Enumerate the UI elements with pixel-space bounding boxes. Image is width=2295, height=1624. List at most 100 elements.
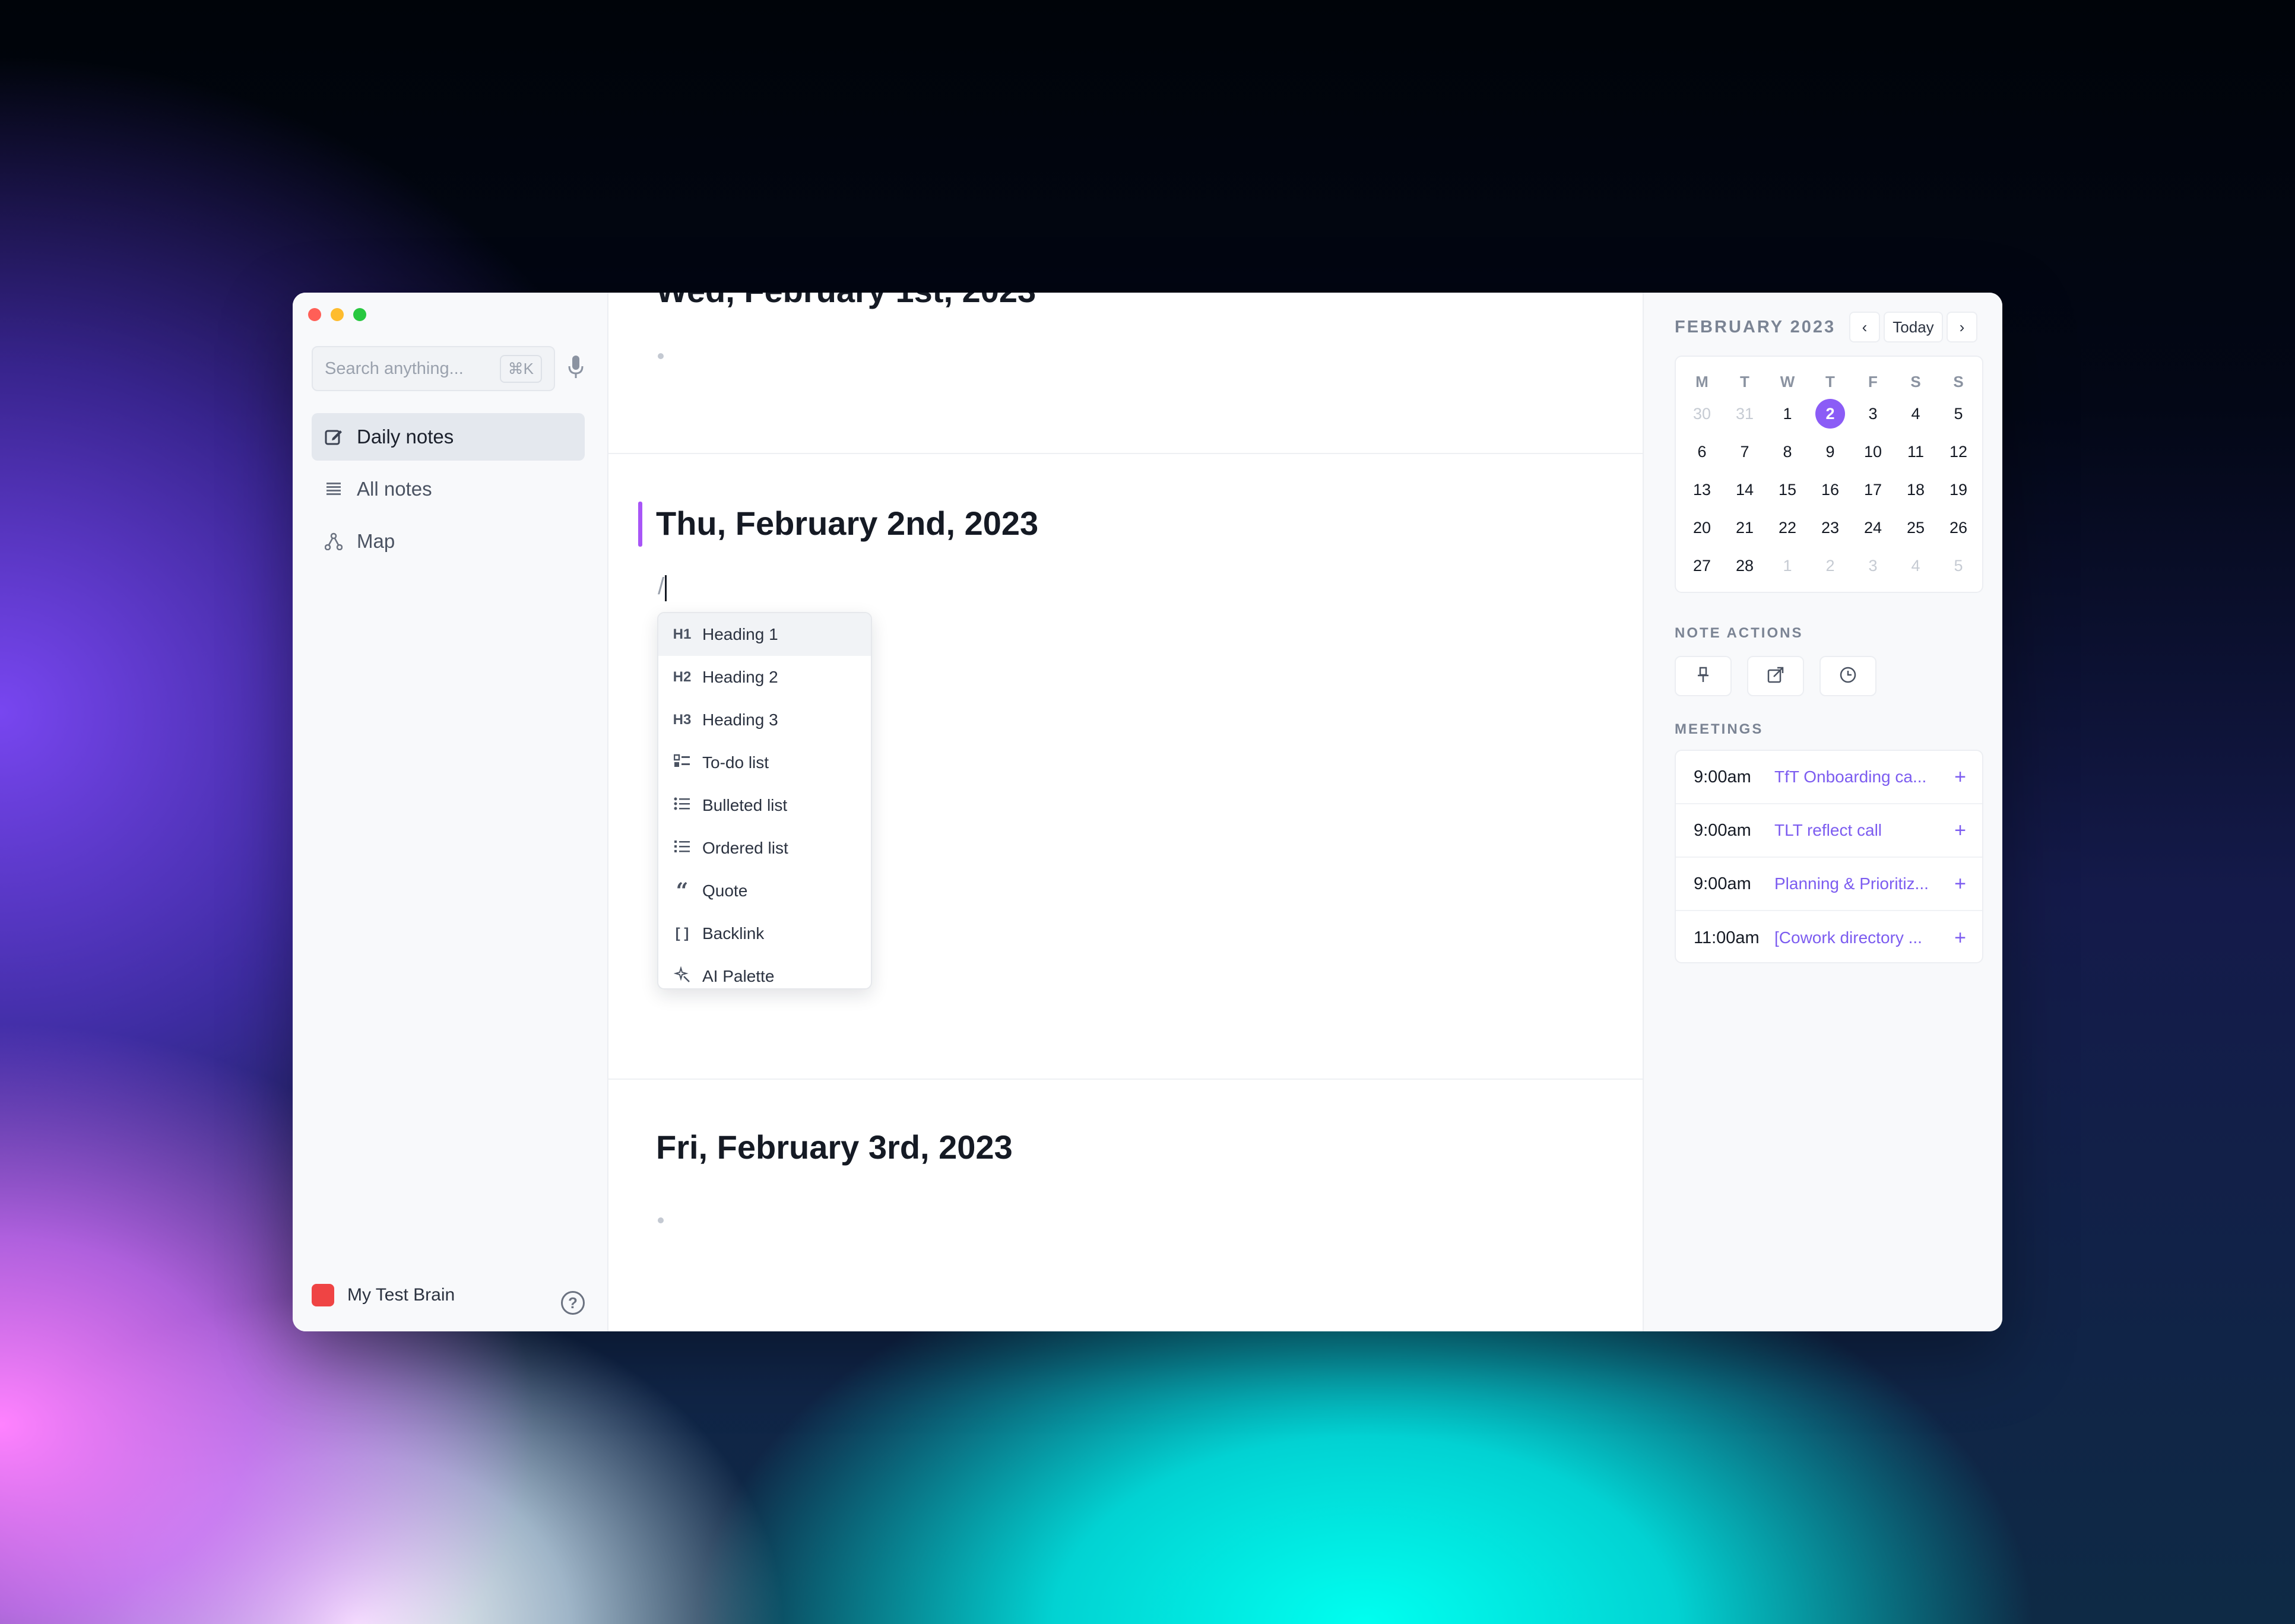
calendar-day[interactable]: 2 xyxy=(1809,547,1852,585)
note-actions-label: NOTE ACTIONS xyxy=(1675,625,1803,641)
open-external-button[interactable] xyxy=(1747,656,1804,696)
next-month-button[interactable]: › xyxy=(1947,312,1977,342)
calendar-day[interactable]: 31 xyxy=(1723,395,1766,433)
minimize-window-button[interactable] xyxy=(331,308,344,321)
previous-month-button[interactable]: ‹ xyxy=(1849,312,1880,342)
calendar-day[interactable]: 21 xyxy=(1723,509,1766,547)
menu-item-heading-2[interactable]: H2 Heading 2 xyxy=(658,656,871,699)
search-input[interactable]: Search anything... ⌘K xyxy=(312,346,555,391)
pencil-icon xyxy=(324,427,344,447)
maximize-window-button[interactable] xyxy=(353,308,366,321)
calendar-day[interactable]: 6 xyxy=(1681,433,1723,471)
calendar-day[interactable]: 25 xyxy=(1894,509,1937,547)
calendar-day[interactable]: 8 xyxy=(1766,433,1809,471)
calendar-day-label: 1 xyxy=(1783,556,1792,575)
meeting-time: 11:00am xyxy=(1694,928,1760,947)
meeting-title[interactable]: TLT reflect call xyxy=(1774,821,1951,840)
day-divider xyxy=(608,1079,1643,1080)
menu-item-ai-palette[interactable]: AI Palette xyxy=(658,955,871,988)
calendar-day[interactable]: 26 xyxy=(1937,509,1980,547)
heading-3-icon: H3 xyxy=(673,712,692,728)
calendar-day[interactable]: 24 xyxy=(1852,509,1894,547)
calendar-day[interactable]: 27 xyxy=(1681,547,1723,585)
slash-command-input[interactable]: / xyxy=(658,573,664,600)
add-meeting-note-icon[interactable]: + xyxy=(1951,819,1969,842)
calendar-day[interactable]: 5 xyxy=(1937,547,1980,585)
calendar-day[interactable]: 14 xyxy=(1723,471,1766,509)
calendar-day[interactable]: 3 xyxy=(1852,547,1894,585)
menu-item-backlink[interactable]: [ ] Backlink xyxy=(658,912,871,955)
todo-icon xyxy=(673,754,692,772)
calendar-day[interactable]: 13 xyxy=(1681,471,1723,509)
calendar-day[interactable]: 5 xyxy=(1937,395,1980,433)
help-icon[interactable]: ? xyxy=(561,1291,585,1315)
menu-item-quote[interactable]: “ Quote xyxy=(658,870,871,912)
calendar-day-label: 23 xyxy=(1821,518,1840,537)
weekday-header: W xyxy=(1780,372,1795,391)
pin-note-button[interactable] xyxy=(1675,656,1732,696)
menu-item-bulleted-list[interactable]: Bulleted list xyxy=(658,784,871,827)
microphone-icon[interactable] xyxy=(567,354,585,380)
calendar-day[interactable]: 16 xyxy=(1809,471,1852,509)
calendar-day-label: 5 xyxy=(1954,556,1963,575)
workspace-switcher[interactable]: My Test Brain xyxy=(312,1284,455,1306)
calendar-day-label: 13 xyxy=(1692,480,1711,499)
meeting-time: 9:00am xyxy=(1694,874,1751,893)
close-window-button[interactable] xyxy=(308,308,321,321)
calendar-day[interactable]: 1 xyxy=(1766,395,1809,433)
meeting-row[interactable]: 11:00am [Cowork directory ... + xyxy=(1676,911,1982,962)
empty-bullet[interactable] xyxy=(658,1217,664,1223)
sidebar: Search anything... ⌘K Daily notes All no… xyxy=(293,293,608,1331)
calendar-day[interactable]: 11 xyxy=(1894,433,1937,471)
calendar-day-label: 6 xyxy=(1697,442,1707,461)
empty-bullet[interactable] xyxy=(658,353,664,359)
menu-item-heading-1[interactable]: H1 Heading 1 xyxy=(658,613,871,656)
calendar-day-label: 24 xyxy=(1863,518,1882,537)
calendar-day[interactable]: 20 xyxy=(1681,509,1723,547)
add-meeting-note-icon[interactable]: + xyxy=(1951,927,1969,950)
calendar-day[interactable]: 19 xyxy=(1937,471,1980,509)
calendar-day[interactable]: 2 xyxy=(1809,395,1852,433)
meeting-time: 9:00am xyxy=(1694,767,1751,786)
calendar-day-label: 5 xyxy=(1954,404,1963,423)
heading-2-icon: H2 xyxy=(673,669,692,685)
calendar-day[interactable]: 17 xyxy=(1852,471,1894,509)
sidebar-item-all-notes[interactable]: All notes xyxy=(312,465,585,513)
calendar-day-label: 4 xyxy=(1911,556,1920,575)
calendar-day[interactable]: 12 xyxy=(1937,433,1980,471)
calendar-day[interactable]: 7 xyxy=(1723,433,1766,471)
meeting-title[interactable]: Planning & Prioritiz... xyxy=(1774,874,1951,893)
calendar-day-label: 26 xyxy=(1949,518,1968,537)
calendar-day[interactable]: 22 xyxy=(1766,509,1809,547)
menu-item-heading-3[interactable]: H3 Heading 3 xyxy=(658,699,871,741)
calendar-day[interactable]: 10 xyxy=(1852,433,1894,471)
calendar-day[interactable]: 9 xyxy=(1809,433,1852,471)
add-meeting-note-icon[interactable]: + xyxy=(1951,766,1969,789)
clock-icon xyxy=(1839,666,1857,687)
calendar-day[interactable]: 28 xyxy=(1723,547,1766,585)
calendar-day-label: 3 xyxy=(1868,404,1878,423)
calendar-day-label: 1 xyxy=(1783,404,1792,423)
today-button[interactable]: Today xyxy=(1884,312,1943,342)
meeting-row[interactable]: 9:00am TfT Onboarding ca... + xyxy=(1676,751,1982,804)
meeting-row[interactable]: 9:00am Planning & Prioritiz... + xyxy=(1676,858,1982,911)
day-title: Fri, February 3rd, 2023 xyxy=(656,1128,1013,1166)
calendar-day[interactable]: 4 xyxy=(1894,547,1937,585)
meeting-title[interactable]: [Cowork directory ... xyxy=(1774,928,1951,947)
calendar-day[interactable]: 4 xyxy=(1894,395,1937,433)
note-history-button[interactable] xyxy=(1819,656,1876,696)
sidebar-item-map[interactable]: Map xyxy=(312,518,585,565)
calendar-day[interactable]: 1 xyxy=(1766,547,1809,585)
calendar-day[interactable]: 23 xyxy=(1809,509,1852,547)
calendar-day[interactable]: 3 xyxy=(1852,395,1894,433)
calendar-day[interactable]: 18 xyxy=(1894,471,1937,509)
calendar-day[interactable]: 30 xyxy=(1681,395,1723,433)
sidebar-item-daily-notes[interactable]: Daily notes xyxy=(312,413,585,461)
meeting-title[interactable]: TfT Onboarding ca... xyxy=(1774,767,1951,786)
sidebar-nav: Daily notes All notes Map xyxy=(312,413,585,570)
calendar-day[interactable]: 15 xyxy=(1766,471,1809,509)
menu-item-ordered-list[interactable]: Ordered list xyxy=(658,827,871,870)
menu-item-todo-list[interactable]: To-do list xyxy=(658,741,871,784)
add-meeting-note-icon[interactable]: + xyxy=(1951,873,1969,896)
meeting-row[interactable]: 9:00am TLT reflect call + xyxy=(1676,804,1982,858)
